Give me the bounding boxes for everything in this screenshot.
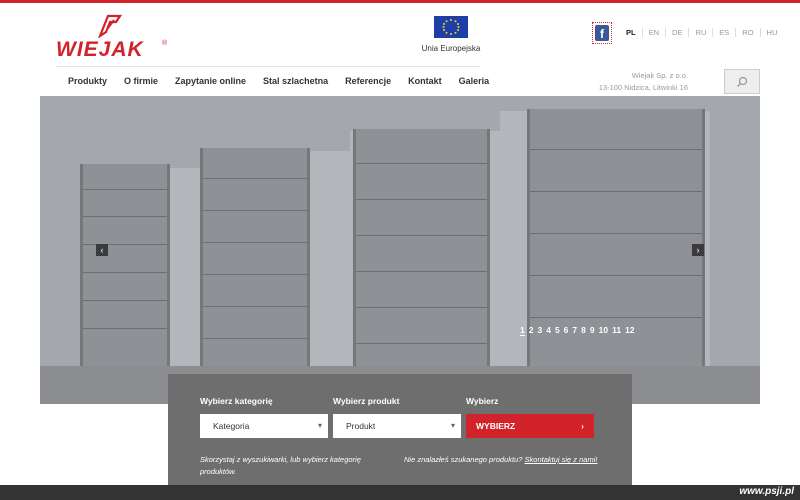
- slider-prev-button[interactable]: ‹: [96, 244, 108, 256]
- slider-page-2[interactable]: 2: [529, 325, 534, 336]
- lang-ro[interactable]: RO: [736, 28, 761, 37]
- company-address: Wiejak Sp. z o.o. 13-100 Nidzica, Litwin…: [580, 70, 688, 94]
- eu-label: Unia Europejska: [421, 44, 481, 53]
- wiejak-logo[interactable]: WIEJAK ®: [56, 14, 186, 61]
- slider-page-5[interactable]: 5: [555, 325, 560, 336]
- slider-page-12[interactable]: 12: [625, 325, 634, 336]
- garage-door-image: [200, 148, 310, 368]
- category-label: Wybierz kategorię: [200, 396, 273, 406]
- slider-page-6[interactable]: 6: [564, 325, 569, 336]
- top-accent-bar: [0, 0, 800, 3]
- product-select-value: Produkt: [346, 421, 376, 431]
- hero-slider: ‹ › 1 2 3 4 5 6 7 8 9 10 11 12: [40, 96, 760, 404]
- facebook-icon: f: [595, 25, 609, 41]
- chevron-down-icon: ▾: [317, 421, 322, 430]
- product-finder: Wybierz kategorię Wybierz produkt Wybier…: [168, 374, 632, 492]
- nav-item-referencje[interactable]: Referencje: [345, 76, 391, 86]
- nav-divider: [56, 66, 480, 67]
- eu-badge[interactable]: Unia Europejska: [418, 16, 484, 53]
- slider-next-button[interactable]: ›: [692, 244, 704, 256]
- bottom-bar: [0, 485, 800, 500]
- finder-help-text: Skorzystaj z wyszukiwarki, lub wybierz k…: [200, 455, 361, 476]
- nav-item-kontakt[interactable]: Kontakt: [408, 76, 442, 86]
- slider-pagination: 1 2 3 4 5 6 7 8 9 10 11 12: [520, 325, 639, 336]
- slider-page-3[interactable]: 3: [537, 325, 542, 336]
- nav-item-produkty[interactable]: Produkty: [68, 76, 107, 86]
- watermark: www.psji.pl: [739, 486, 794, 497]
- logo-registered-mark: ®: [162, 40, 168, 47]
- main-nav: Produkty O firmie Zapytanie online Stal …: [68, 76, 506, 86]
- slider-page-4[interactable]: 4: [546, 325, 551, 336]
- logo-text: WIEJAK: [56, 38, 144, 61]
- slider-page-7[interactable]: 7: [572, 325, 577, 336]
- choose-button-label: WYBIERZ: [476, 421, 516, 431]
- slider-page-10[interactable]: 10: [599, 325, 608, 336]
- slider-page-9[interactable]: 9: [590, 325, 595, 336]
- chevron-down-icon: ▾: [450, 421, 455, 430]
- contact-us-link[interactable]: Skontaktuj się z nami!: [525, 455, 598, 464]
- eu-flag-icon: [434, 16, 468, 38]
- search-icon: [737, 76, 748, 87]
- category-select-value: Kategoria: [213, 421, 250, 431]
- company-street: 13-100 Nidzica, Litwinki 16: [598, 83, 688, 92]
- choose-button[interactable]: WYBIERZ ›: [466, 414, 594, 438]
- choose-label: Wybierz: [466, 396, 499, 406]
- product-select[interactable]: Produkt ▾: [333, 414, 461, 438]
- lang-es[interactable]: ES: [713, 28, 737, 37]
- nav-item-zapytanie-online[interactable]: Zapytanie online: [175, 76, 246, 86]
- lang-ru[interactable]: RU: [689, 28, 714, 37]
- finder-contact-text: Nie znalazłeś szukanego produktu? Skonta…: [404, 454, 624, 466]
- product-label: Wybierz produkt: [333, 396, 400, 406]
- company-name: Wiejak Sp. z o.o.: [631, 71, 688, 80]
- nav-item-galeria[interactable]: Galeria: [459, 76, 490, 86]
- garage-door-image: [353, 129, 490, 369]
- facebook-link[interactable]: f: [592, 22, 612, 44]
- chevron-right-icon: ›: [581, 421, 584, 431]
- slider-page-11[interactable]: 11: [612, 325, 621, 336]
- lang-en[interactable]: EN: [643, 28, 667, 37]
- not-found-text: Nie znalazłeś szukanego produktu?: [404, 455, 523, 464]
- nav-item-stal-szlachetna[interactable]: Stal szlachetna: [263, 76, 328, 86]
- search-button[interactable]: [724, 69, 760, 94]
- language-switcher: PL EN DE RU ES RO HU: [620, 28, 783, 37]
- chevron-right-icon: ›: [696, 245, 700, 255]
- lang-pl[interactable]: PL: [620, 28, 643, 37]
- slider-page-1[interactable]: 1: [520, 325, 525, 336]
- category-select[interactable]: Kategoria ▾: [200, 414, 328, 438]
- slider-page-8[interactable]: 8: [581, 325, 586, 336]
- lang-de[interactable]: DE: [666, 28, 690, 37]
- garage-door-image: [80, 164, 170, 369]
- lang-hu[interactable]: HU: [761, 28, 784, 37]
- nav-item-o-firmie[interactable]: O firmie: [124, 76, 158, 86]
- logo-mark-icon: [98, 14, 122, 38]
- chevron-left-icon: ‹: [100, 245, 104, 255]
